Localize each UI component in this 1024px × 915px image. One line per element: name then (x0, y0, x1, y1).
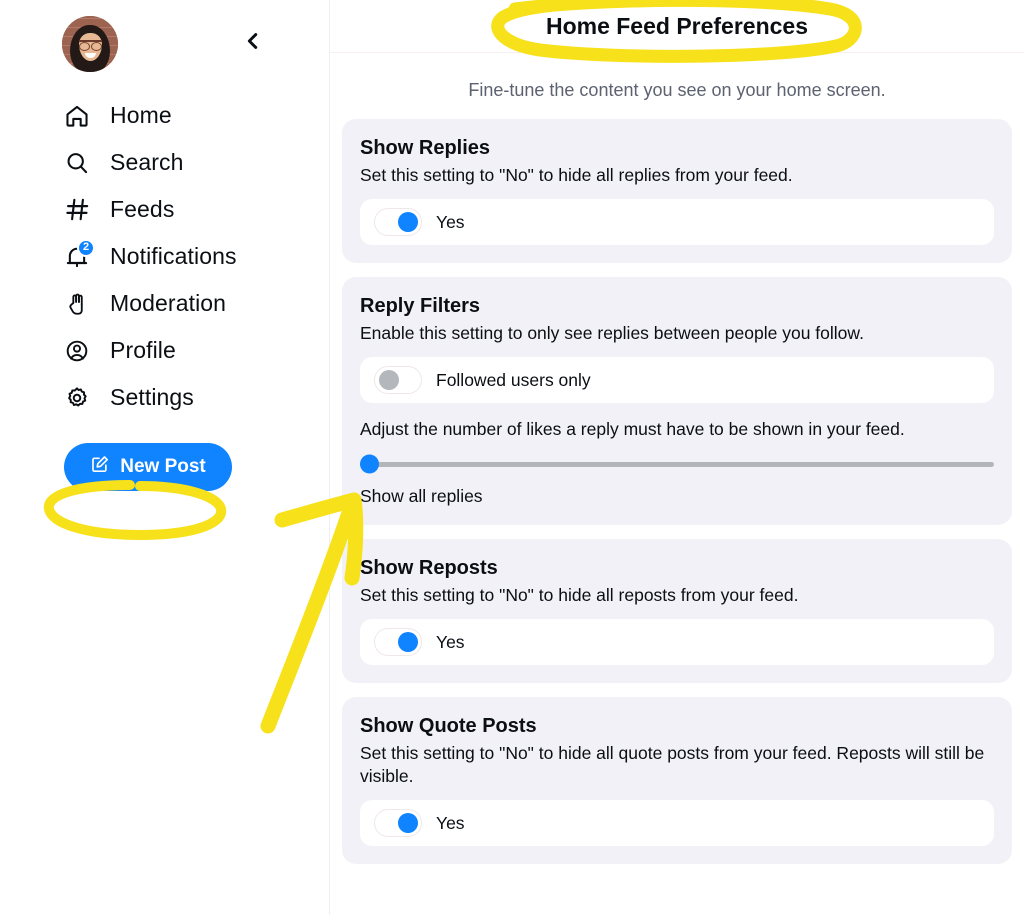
card-show-quote-posts: Show Quote Posts Set this setting to "No… (342, 697, 1012, 865)
sidebar-item-settings[interactable]: Settings (0, 374, 329, 421)
followed-users-only-toggle[interactable] (374, 366, 422, 395)
show-quote-posts-toggle[interactable] (374, 809, 422, 838)
sidebar-item-notifications[interactable]: 2 Notifications (0, 233, 329, 280)
sidebar-item-feeds[interactable]: Feeds (0, 186, 329, 233)
sidebar-collapse-button[interactable] (233, 22, 273, 62)
user-circle-icon (62, 336, 92, 366)
toggle-label: Yes (436, 631, 465, 652)
card-title: Show Reposts (360, 557, 498, 580)
slider-track (360, 461, 994, 467)
sidebar-item-label: Profile (110, 337, 176, 363)
avatar[interactable] (62, 16, 118, 72)
card-title: Show Quote Posts (360, 715, 537, 738)
sidebar-item-home[interactable]: Home (0, 92, 329, 139)
gear-icon (62, 383, 92, 413)
likes-threshold-slider[interactable] (360, 454, 994, 474)
main-header: Home Feed Preferences (330, 0, 1024, 53)
card-title: Show Replies (360, 137, 491, 159)
slider-caption: Show all replies (360, 486, 483, 507)
toggle-knob (398, 212, 418, 233)
sidebar-item-label: Moderation (110, 290, 227, 316)
sidebar-item-profile[interactable]: Profile (0, 327, 329, 374)
sidebar: Home Search Feeds 2 Notifications Modera… (0, 0, 330, 915)
card-description: Set this setting to "No" to hide all rep… (360, 585, 799, 606)
card-show-replies: Show Replies Set this setting to "No" to… (342, 119, 1012, 264)
search-icon (62, 148, 92, 178)
show-reposts-toggle[interactable] (374, 628, 422, 657)
main-panel: Home Feed Preferences Fine-tune the cont… (330, 0, 1024, 915)
toggle-label: Yes (436, 812, 465, 833)
avatar-glasses (79, 40, 102, 51)
hashtag-icon (62, 195, 92, 225)
slider-description: Adjust the number of likes a reply must … (360, 419, 905, 440)
settings-card-list: Show Replies Set this setting to "No" to… (330, 119, 1024, 865)
toggle-knob (398, 632, 418, 653)
toggle-label: Followed users only (436, 369, 591, 390)
sidebar-item-label: Home (110, 102, 172, 128)
page-title: Home Feed Preferences (545, 12, 809, 39)
chevron-left-icon (242, 30, 264, 55)
new-post-label: New Post (120, 456, 206, 477)
sidebar-item-moderation[interactable]: Moderation (0, 280, 329, 327)
followed-users-only-toggle-row[interactable]: Followed users only (360, 357, 994, 404)
show-replies-toggle[interactable] (374, 208, 422, 237)
new-post-button[interactable]: New Post (64, 443, 232, 491)
card-description: Set this setting to "No" to hide all rep… (360, 165, 793, 185)
toggle-knob (398, 813, 418, 834)
bell-icon: 2 (62, 238, 96, 272)
page-subtitle: Fine-tune the content you see on your ho… (468, 80, 886, 100)
card-title: Reply Filters (360, 295, 481, 318)
card-show-reposts: Show Reposts Set this setting to "No" to… (342, 539, 1012, 684)
show-quote-posts-toggle-row[interactable]: Yes (360, 800, 994, 847)
show-reposts-toggle-row[interactable]: Yes (360, 619, 994, 666)
card-reply-filters: Reply Filters Enable this setting to onl… (342, 277, 1012, 526)
home-icon (62, 101, 92, 131)
sidebar-item-label: Search (110, 149, 184, 175)
card-description: Enable this setting to only see replies … (360, 323, 864, 344)
notifications-badge: 2 (77, 238, 96, 257)
toggle-label: Yes (436, 211, 465, 232)
toggle-knob (379, 370, 399, 391)
sidebar-item-label: Feeds (110, 196, 175, 222)
slider-thumb[interactable] (360, 454, 379, 474)
card-description: Set this setting to "No" to hide all quo… (360, 743, 985, 787)
app-root: Home Search Feeds 2 Notifications Modera… (0, 0, 1024, 915)
sidebar-item-label: Notifications (110, 243, 237, 269)
hand-icon (62, 289, 92, 319)
compose-icon (90, 454, 110, 480)
sidebar-item-search[interactable]: Search (0, 139, 329, 186)
sidebar-item-label: Settings (110, 384, 194, 410)
show-replies-toggle-row[interactable]: Yes (360, 199, 994, 246)
sidebar-header (0, 0, 329, 78)
sidebar-nav: Home Search Feeds 2 Notifications Modera… (0, 92, 329, 421)
